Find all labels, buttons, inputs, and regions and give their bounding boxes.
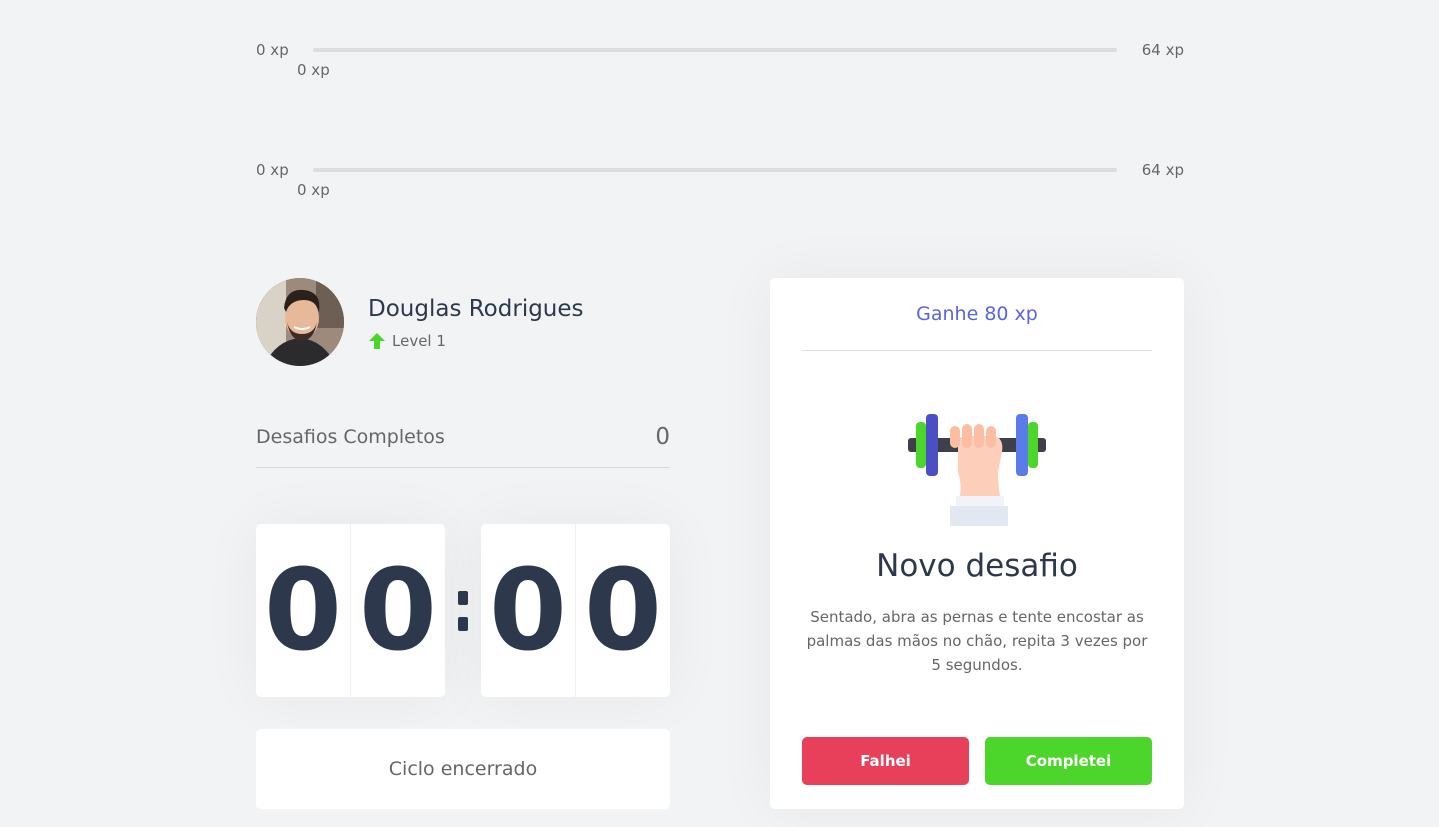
challenge-reward: Ganhe 80 xp [802, 278, 1152, 351]
level-up-arrow-icon [369, 333, 385, 349]
countdown-seconds: 0 0 [481, 524, 670, 697]
experience-bar: 0 xp 0 xp 64 xp [256, 40, 1184, 80]
cycle-ended-button[interactable]: Ciclo encerrado [256, 729, 670, 809]
xp-min-label: 0 xp [256, 41, 289, 59]
countdown-minutes: 0 0 [256, 524, 445, 697]
xp-track [313, 168, 1117, 172]
avatar [256, 278, 344, 366]
xp-max-label: 64 xp [1141, 161, 1184, 179]
challenge-description: Sentado, abra as pernas e tente encostar… [806, 608, 1148, 674]
second-digit-left: 0 [481, 524, 576, 697]
minute-digit-left: 0 [256, 524, 351, 697]
profile: Douglas Rodrigues Level 1 [256, 278, 670, 366]
profile-level: Level 1 [368, 330, 446, 352]
completed-challenges: Desafios Completos 0 [256, 420, 670, 468]
xp-min-label: 0 xp [256, 161, 289, 179]
countdown-separator [445, 585, 481, 637]
challenge-card: Ganhe 80 xp Novo desafio Sentado, abra a… [770, 278, 1184, 809]
completed-challenges-count: 0 [655, 424, 670, 450]
xp-current-label: 0 xp [297, 61, 330, 79]
second-digit-right: 0 [584, 545, 662, 676]
xp-track [313, 48, 1117, 52]
fail-button[interactable]: Falhei [802, 737, 969, 785]
countdown: 0 0 0 0 [256, 524, 670, 697]
completed-challenges-label: Desafios Completos [256, 426, 445, 448]
dumbbell-icon [908, 414, 1046, 526]
minute-digit-right: 0 [359, 545, 437, 676]
profile-name: Douglas Rodrigues [368, 296, 584, 322]
xp-current-label: 0 xp [297, 181, 330, 199]
profile-level-label: Level 1 [392, 332, 446, 350]
complete-button[interactable]: Completei [985, 737, 1152, 785]
challenge-title: Novo desafio [876, 548, 1078, 584]
experience-bar: 0 xp 0 xp 64 xp [256, 160, 1184, 200]
xp-max-label: 64 xp [1141, 41, 1184, 59]
